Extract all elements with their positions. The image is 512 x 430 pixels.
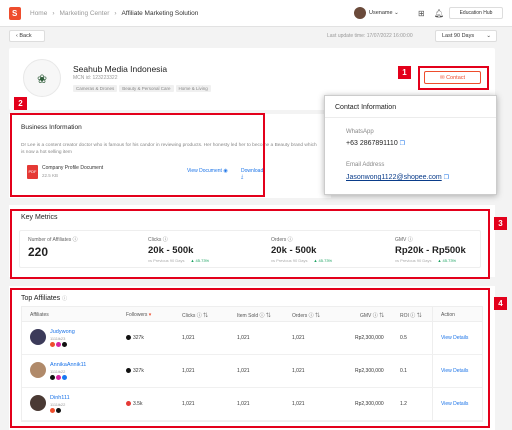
category-tag: Beauty & Personal Care — [119, 85, 174, 92]
email-label: Email Address — [346, 162, 385, 168]
last-update-time: Last update time: 17/07/2022 16:00:00 — [327, 33, 413, 39]
mcn-id: MCN id: 123223322 — [73, 75, 118, 81]
email-link[interactable]: Jasonwong1122@shopee.com — [346, 174, 442, 181]
contact-information-popup: Contact Information WhatsApp +63 2867891… — [324, 95, 497, 195]
shopee-logo-icon[interactable]: S — [9, 7, 21, 20]
bell-icon[interactable]: 🔔︎ — [434, 9, 444, 18]
whatsapp-label: WhatsApp — [346, 129, 374, 135]
breadcrumb-current: Affiliate Marketing Solution — [121, 10, 199, 17]
brand-logo: ❀ — [23, 59, 61, 97]
divider — [325, 117, 496, 118]
breadcrumb-marketing-center[interactable]: Marketing Center — [60, 10, 110, 17]
top-bar: S Home › Marketing Center › Affiliate Market… — [0, 0, 512, 27]
callout-badge: 3 — [494, 217, 507, 230]
sub-bar: ‹ Back Last update time: 17/07/2022 16:0… — [9, 29, 497, 44]
category-tag: Cameras & Drones — [73, 85, 118, 92]
category-tags: Cameras & Drones Beauty & Personal Care Ho… — [73, 85, 213, 92]
user-avatar[interactable] — [354, 7, 366, 19]
breadcrumb-home[interactable]: Home — [30, 10, 47, 17]
period-select[interactable]: Last 90 Days ⌄ — [435, 30, 497, 42]
callout-box-contact — [418, 66, 489, 90]
callout-badge: 4 — [494, 297, 507, 310]
callout-box-affiliates — [10, 288, 490, 428]
popup-title: Contact Information — [335, 104, 397, 111]
email-value: Jasonwong1122@shopee.com ❐ — [346, 174, 449, 181]
callout-box-metrics — [10, 209, 490, 279]
profile-name: Seahub Media Indonesia — [73, 64, 168, 74]
chevron-down-icon: ⌄ — [486, 33, 491, 39]
back-button[interactable]: ‹ Back — [9, 30, 45, 42]
copy-icon[interactable]: ❐ — [400, 141, 405, 147]
whatsapp-value: +63 2867891110 ❐ — [346, 140, 406, 147]
apps-grid-icon[interactable]: ⊞ — [418, 9, 425, 18]
education-hub-button[interactable]: Education Hub — [449, 7, 503, 19]
breadcrumb: Home › Marketing Center › Affiliate Marketin… — [30, 10, 199, 17]
callout-badge: 1 — [398, 66, 411, 79]
user-menu[interactable]: Usename ⌄ — [369, 10, 399, 16]
category-tag: Home & Living — [175, 85, 211, 92]
callout-box-business — [10, 113, 265, 197]
callout-badge: 2 — [14, 97, 27, 110]
copy-icon[interactable]: ❐ — [444, 175, 449, 181]
